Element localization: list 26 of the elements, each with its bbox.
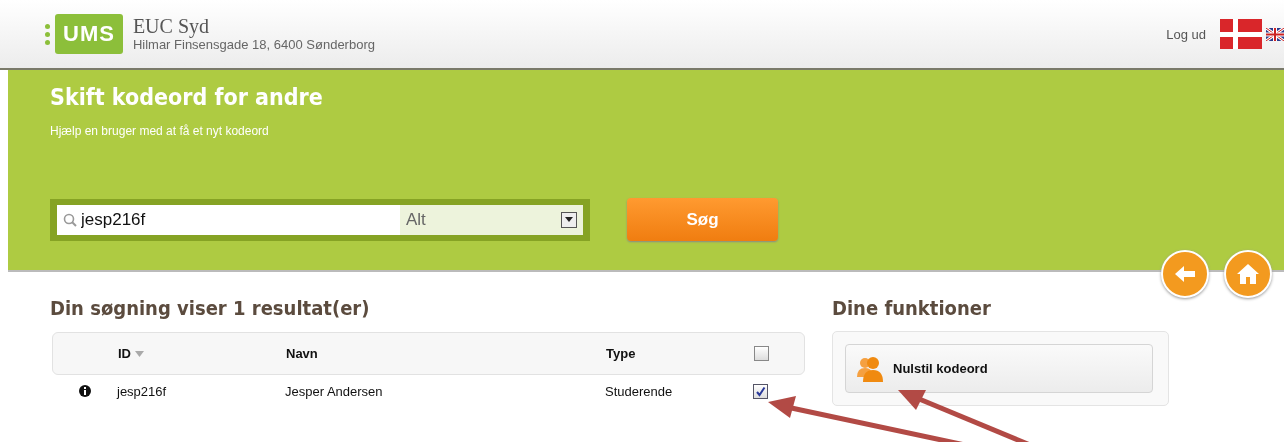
functions-heading: Dine funktioner (832, 296, 992, 320)
subtitle-text: Hjælp en bruger med at få et nyt kodeord (50, 124, 270, 138)
uk-flag-icon[interactable] (1266, 27, 1284, 41)
table-cell-text: jesp216f (117, 383, 168, 399)
search-field[interactable]: jesp216f (57, 204, 400, 235)
organization-name: EUC Syd (132, 16, 210, 36)
column-header[interactable]: Type (606, 346, 754, 361)
row-checkbox[interactable] (753, 383, 768, 399)
dots-icon (45, 23, 50, 45)
house-icon (1236, 263, 1260, 285)
logout-link[interactable]: Log ud (1166, 26, 1206, 42)
table-cell-text: Studerende (605, 383, 674, 399)
page-title: Skift kodeord for andre (50, 84, 324, 110)
filter-dropdown[interactable]: Alt (400, 204, 583, 235)
danish-flag-icon[interactable] (1220, 19, 1262, 49)
logo: UMS (55, 14, 123, 54)
left-arrow-icon (1174, 265, 1196, 283)
results-heading: Din søgning viser 1 resultat(er) (50, 296, 371, 320)
address-text: Hilmar Finsensgade 18, 6400 Sønderborg (132, 37, 375, 52)
column-header[interactable]: Navn (286, 346, 606, 361)
users-icon (856, 354, 884, 383)
select-all-checkbox[interactable] (754, 346, 769, 361)
function-button[interactable]: Nulstil kodeord (845, 344, 1153, 393)
info-icon[interactable] (78, 385, 91, 397)
table-cell-text: Jesper Andersen (285, 383, 384, 399)
column-header[interactable]: ID (118, 346, 131, 361)
